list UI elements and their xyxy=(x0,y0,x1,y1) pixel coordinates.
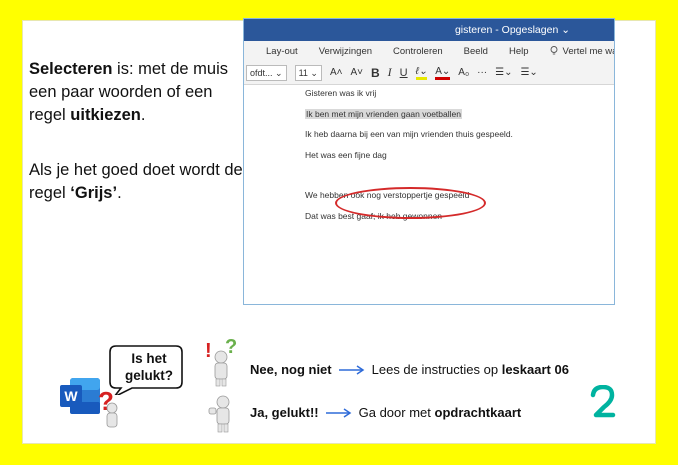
font-name-select[interactable]: ofdt... ⌄ xyxy=(246,64,287,81)
title-bar: gisteren - Opgeslagen ⌄ xyxy=(244,19,614,41)
thumbs-up-person-icon xyxy=(208,395,230,433)
doc-line-selected[interactable]: Ik ben met mijn vrienden gaan voetballen xyxy=(305,104,513,125)
not-yet-label: Nee, nog niet xyxy=(250,362,332,377)
definition-period: . xyxy=(140,106,146,124)
doc-line-empty[interactable] xyxy=(305,165,513,185)
lightbulb-icon xyxy=(550,46,557,55)
home-ribbon: ofdt... ⌄ 11 ⌄ A˄ A˅ B I U ℓ⌄ A⌄ A₀ ··· … xyxy=(244,61,614,85)
clear-formatting-button[interactable]: A₀ xyxy=(458,67,469,78)
word-window: gisteren - Opgeslagen ⌄ Lay-out Verwijzi… xyxy=(243,18,615,305)
instruction-text: Selecteren is: met de muis een paar woor… xyxy=(29,58,249,205)
highlight-button[interactable]: ℓ⌄ xyxy=(415,66,428,80)
numbering-button[interactable]: ☰⌄ xyxy=(520,67,537,78)
term-uitkiezen: uitkiezen xyxy=(70,106,141,124)
tell-me-text: Vertel me wat u w xyxy=(562,45,614,57)
selection-highlight-circle xyxy=(335,187,486,219)
italic-button[interactable]: I xyxy=(388,65,392,80)
more-button[interactable]: ··· xyxy=(477,67,487,78)
ribbon-tabs: Lay-out Verwijzingen Controleren Beeld H… xyxy=(244,41,614,61)
tell-me-search[interactable]: Vertel me wat u w xyxy=(550,45,614,57)
font-size-select[interactable]: 11 ⌄ xyxy=(294,64,322,81)
bold-button[interactable]: B xyxy=(371,66,380,80)
tab-help[interactable]: Help xyxy=(509,46,529,57)
selection-definition: Selecteren is: met de muis een paar woor… xyxy=(29,58,249,127)
tab-layout[interactable]: Lay-out xyxy=(266,46,298,57)
lesson-card-ref: leskaart 06 xyxy=(501,362,569,377)
shrink-font-button[interactable]: A˅ xyxy=(350,67,363,78)
underline-button[interactable]: U xyxy=(400,67,408,79)
font-color-button[interactable]: A⌄ xyxy=(435,66,451,80)
document-title[interactable]: gisteren - Opgeslagen ⌄ xyxy=(455,24,570,36)
hint-period: . xyxy=(117,184,122,202)
tab-references[interactable]: Verwijzingen xyxy=(319,46,372,57)
tab-review[interactable]: Controleren xyxy=(393,46,443,57)
term-selecteren: Selecteren xyxy=(29,60,113,78)
not-yet-row: Nee, nog niet Lees de instructies op les… xyxy=(250,362,569,377)
term-grijs: ‘Grijs’ xyxy=(70,184,118,202)
number-two-logo-icon xyxy=(590,385,616,418)
doc-line[interactable]: Ik heb daarna bij een van mijn vrienden … xyxy=(305,124,513,145)
confused-person-icon: ! ? xyxy=(205,336,237,387)
selected-text[interactable]: Ik ben met mijn vrienden gaan voetballen xyxy=(305,108,462,119)
not-yet-instruction: Lees de instructies op xyxy=(371,362,499,377)
arrow-right-icon xyxy=(325,407,351,418)
doc-line[interactable]: Het was een fijne dag xyxy=(305,145,513,166)
tab-view[interactable]: Beeld xyxy=(464,46,488,57)
hint-text: Als je het goed doet wordt de regel xyxy=(29,161,243,202)
bullets-button[interactable]: ☰⌄ xyxy=(495,67,512,78)
grey-hint: Als je het goed doet wordt de regel ‘Gri… xyxy=(29,159,249,205)
grow-font-button[interactable]: A˄ xyxy=(330,67,343,78)
success-instruction: Ga door met xyxy=(358,405,431,420)
assignment-card-ref: opdrachtkaart xyxy=(434,405,522,420)
success-label: Ja, gelukt!! xyxy=(250,405,319,420)
arrow-right-icon xyxy=(338,364,364,375)
svg-text:W: W xyxy=(64,388,78,404)
doc-line[interactable]: Gisteren was ik vrij xyxy=(305,83,513,104)
bubble-question: Is het gelukt? xyxy=(124,351,173,383)
success-row: Ja, gelukt!! Ga door met opdrachtkaart xyxy=(250,405,521,420)
svg-text:!: ! xyxy=(205,340,212,362)
